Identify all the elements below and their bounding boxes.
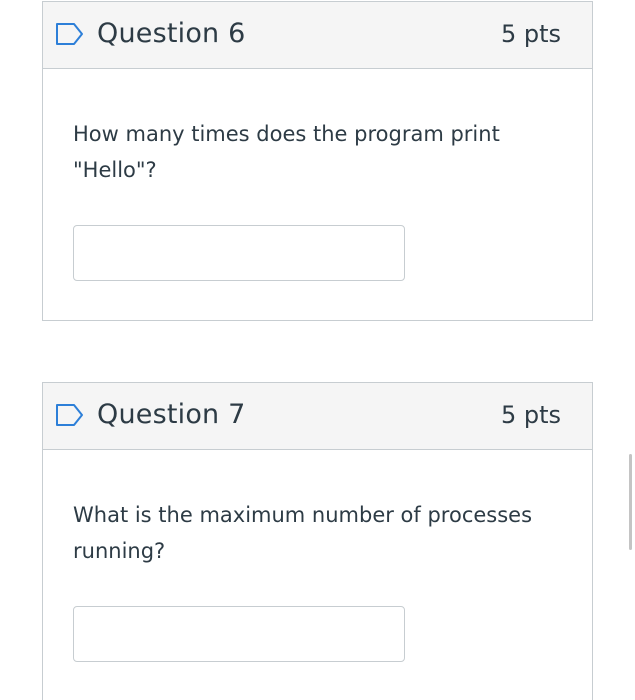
question-text: How many times does the program print "H… bbox=[73, 122, 500, 182]
quiz-page: Question 6 5 pts How many times does the… bbox=[0, 0, 635, 700]
question-title: Question 7 bbox=[97, 399, 246, 430]
question-points: 5 pts bbox=[500, 401, 561, 429]
flag-question-icon[interactable] bbox=[55, 22, 85, 46]
question-body: How many times does the program print "H… bbox=[43, 69, 592, 281]
answer-input[interactable] bbox=[73, 225, 405, 281]
question-card-7: Question 7 5 pts What is the maximum num… bbox=[42, 382, 593, 700]
answer-input[interactable] bbox=[73, 606, 405, 662]
question-title: Question 6 bbox=[97, 18, 246, 49]
flag-question-icon[interactable] bbox=[55, 403, 85, 427]
question-header: Question 7 5 pts bbox=[43, 383, 592, 450]
question-card-6: Question 6 5 pts How many times does the… bbox=[42, 1, 593, 321]
question-body: What is the maximum number of processes … bbox=[43, 450, 592, 662]
question-header: Question 6 5 pts bbox=[43, 2, 592, 69]
question-points: 5 pts bbox=[500, 20, 561, 48]
question-text: What is the maximum number of processes … bbox=[73, 503, 533, 563]
scrollbar-thumb[interactable] bbox=[629, 454, 632, 550]
